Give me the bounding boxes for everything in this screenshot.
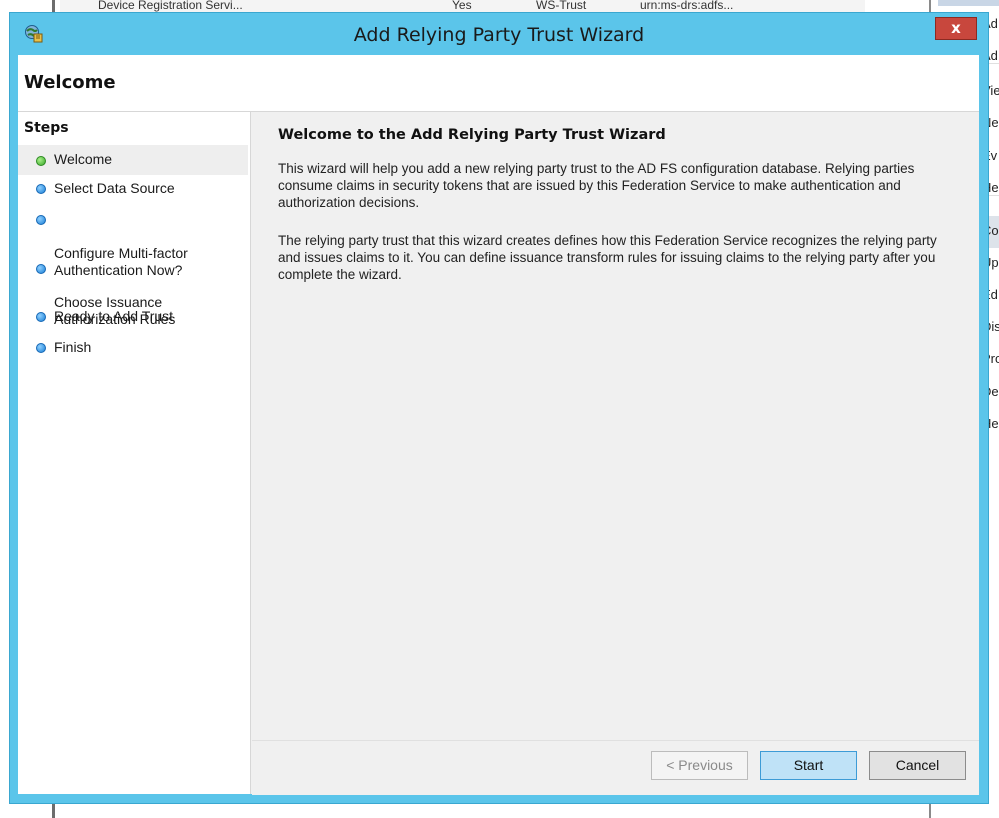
background-cell: Device Registration Servi... [98,0,243,12]
step-pending-icon [36,264,46,274]
step-current-icon [36,156,46,166]
cancel-button[interactable]: Cancel [869,751,966,780]
step-label: Finish [54,339,92,355]
content-pane: Welcome to the Add Relying Party Trust W… [252,112,979,795]
step-label: Ready to Add Trust [54,308,174,324]
wizard-header: Welcome [18,55,979,112]
background-cell: WS-Trust [536,0,587,12]
step-pending-icon [36,343,46,353]
background-cell: urn:ms-drs:adfs... [640,0,734,12]
step-label: Select Data Source [54,180,175,196]
steps-title: Steps [24,120,69,136]
page-title: Welcome [24,72,116,93]
wizard-client-area: Welcome Steps Welcome Select Data Source… [18,55,979,795]
button-bar: < Previous Start Cancel [252,740,979,795]
start-button[interactable]: Start [760,751,857,780]
step-label: Welcome [54,151,113,167]
title-bar[interactable]: Add Relying Party Trust Wizard x [10,13,988,55]
step-pending-icon [36,184,46,194]
background-actions-header [938,0,999,6]
window-title: Add Relying Party Trust Wizard [353,24,645,46]
previous-button[interactable]: < Previous [651,751,748,780]
step-ready-to-add-trust[interactable]: Ready to Add Trust [18,308,248,325]
step-pending-icon [36,215,46,225]
wizard-dialog: Add Relying Party Trust Wizard x Welcome… [10,13,988,803]
step-issuance-authorization[interactable]: Choose Issuance Authorization Rules [18,260,248,345]
close-icon: x [951,19,961,37]
close-button[interactable]: x [935,17,977,40]
step-finish[interactable]: Finish [18,339,248,356]
details-paragraph: The relying party trust that this wizard… [278,233,937,282]
steps-pane: Steps Welcome Select Data Source Configu… [18,112,251,794]
step-pending-icon [36,312,46,322]
content-heading: Welcome to the Add Relying Party Trust W… [278,127,666,143]
intro-paragraph: This wizard will help you add a new rely… [278,161,915,210]
background-cell: Yes [452,0,472,12]
step-select-data-source[interactable]: Select Data Source [18,180,248,197]
step-welcome[interactable]: Welcome [18,145,248,175]
